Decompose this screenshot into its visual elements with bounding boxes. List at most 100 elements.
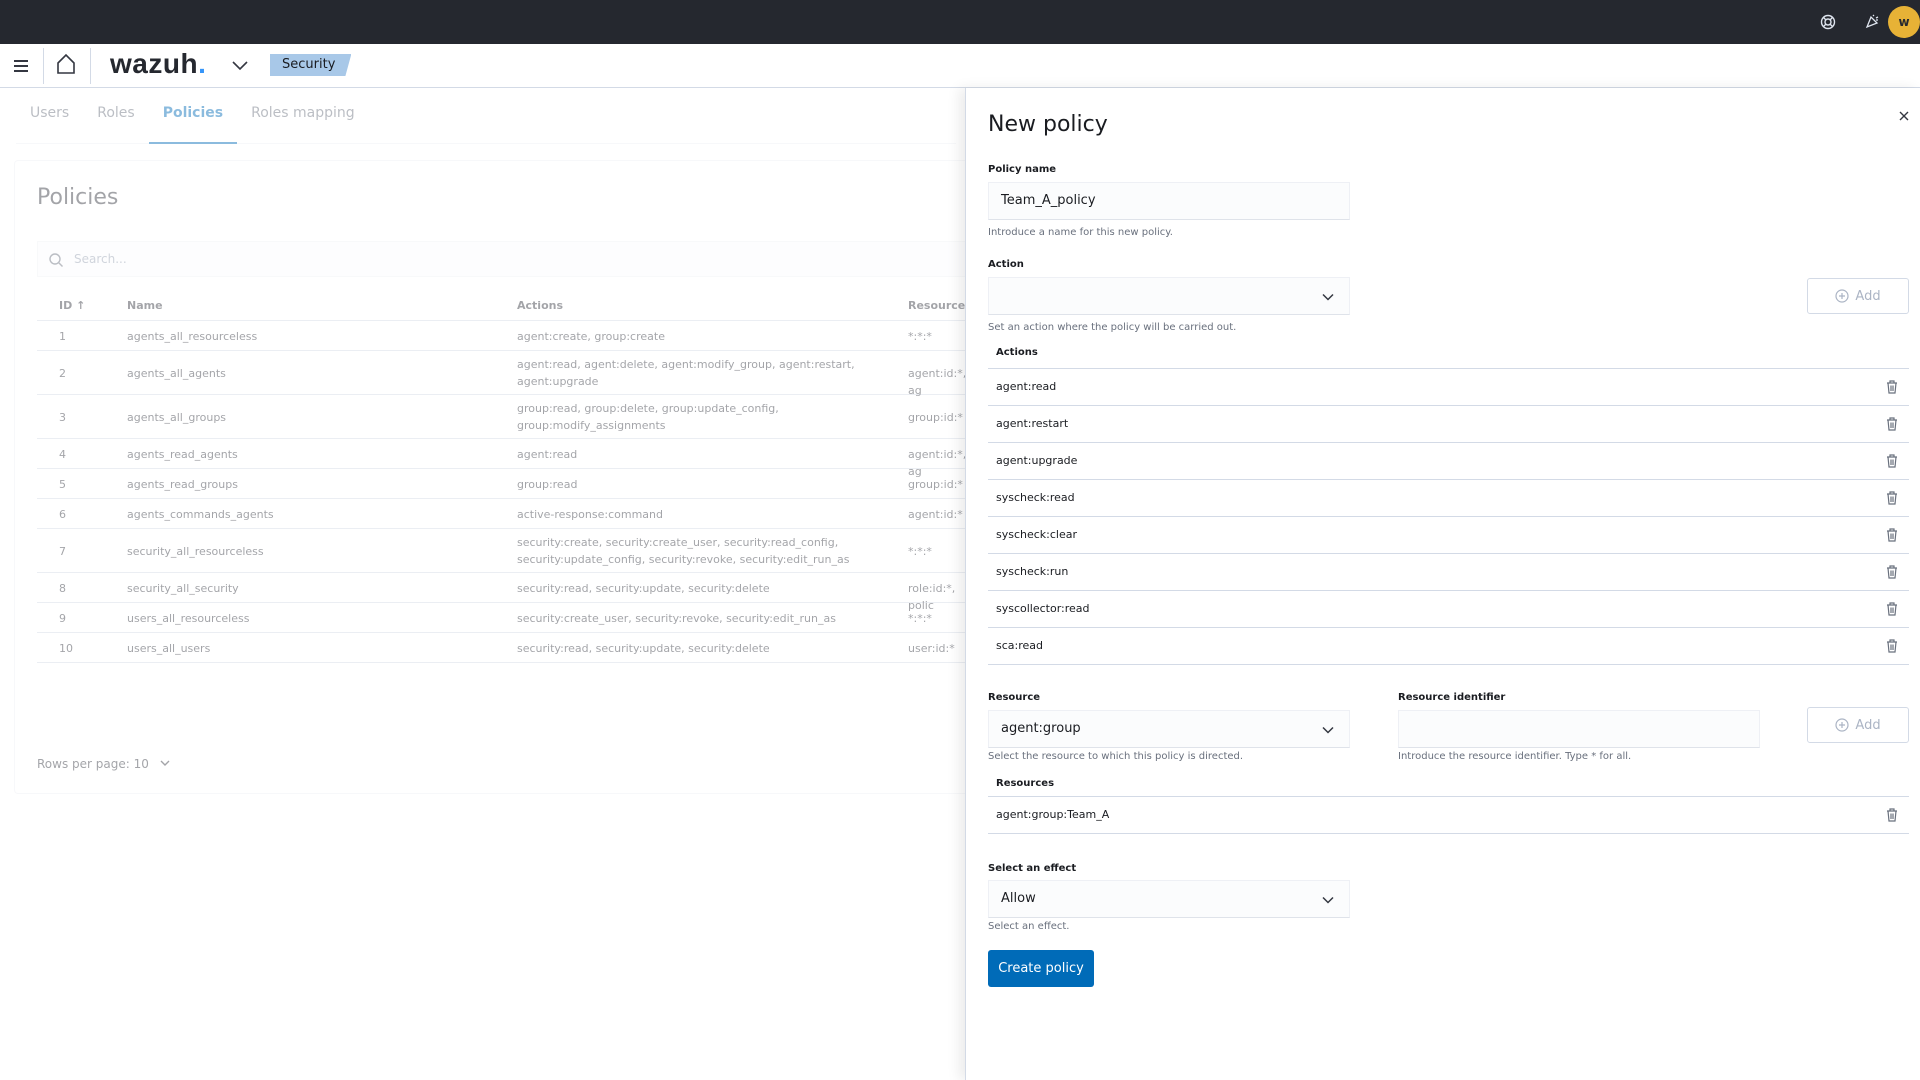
tab-roles[interactable]: Roles: [83, 88, 148, 144]
chevron-down-icon: [1322, 293, 1334, 301]
policy-name-input[interactable]: Team_A_policy: [988, 182, 1350, 220]
cell-actions-line: group:modify_assignments: [517, 419, 666, 432]
tab-policies[interactable]: Policies: [148, 88, 238, 144]
cell-id: 5: [59, 477, 66, 491]
column-header-actions[interactable]: Actions: [517, 299, 563, 312]
chevron-down-icon: [1322, 726, 1334, 734]
cell-resources: *:*:*: [908, 611, 932, 625]
table-row[interactable]: 2 agents_all_agents agent:id:*, ag agent:re…: [37, 351, 967, 397]
breadcrumb-security[interactable]: Security: [270, 54, 351, 76]
cell-name: agents_all_resourceless: [127, 329, 258, 343]
logo-dot: .: [198, 48, 207, 79]
trash-icon[interactable]: [1885, 527, 1899, 543]
list-item: agent:read: [988, 369, 1909, 406]
policies-table: ID ↑ Name Actions Resources 1 agents_all_…: [37, 291, 972, 663]
tab-roles-mapping[interactable]: Roles mapping: [237, 88, 369, 144]
close-icon[interactable]: [1896, 108, 1912, 124]
cell-actions: security:read, security:update, security…: [517, 580, 770, 597]
app-header: wazuh. Security: [0, 44, 1920, 88]
cell-id: 2: [59, 366, 66, 380]
resources-list-title: Resources: [996, 778, 1055, 789]
cell-actions: agent:read: [517, 446, 577, 463]
column-header-name[interactable]: Name: [127, 299, 163, 312]
cell-name: agents_read_agents: [127, 447, 238, 461]
action-label: Action: [988, 259, 1024, 270]
sort-arrow-icon: ↑: [76, 299, 86, 312]
cell-actions: security:create, security:create_user, s…: [517, 534, 849, 568]
cell-id: 7: [59, 544, 66, 558]
cell-actions: security:read, security:update, security…: [517, 640, 770, 657]
add-resource-button[interactable]: Add: [1807, 707, 1909, 743]
table-row[interactable]: 10 users_all_users user:id:* security:read,…: [37, 633, 967, 663]
trash-icon[interactable]: [1885, 638, 1899, 654]
cell-actions-line: agent:read: [517, 447, 578, 461]
cell-resources: group:id:*: [908, 410, 963, 424]
trash-icon[interactable]: [1885, 807, 1899, 823]
cell-resources: *:*:*: [908, 329, 932, 343]
column-header-resources[interactable]: Resources: [908, 299, 972, 312]
logo-text: wazuh: [110, 48, 199, 79]
new-policy-flyout: New policy Policy name Team_A_policy Int…: [965, 88, 1920, 1080]
avatar[interactable]: w: [1888, 6, 1920, 38]
trash-icon[interactable]: [1885, 490, 1899, 506]
resource-help: Select the resource to which this policy…: [988, 751, 1244, 762]
help-icon[interactable]: [1817, 11, 1839, 33]
rows-per-page-selector[interactable]: Rows per page: 10: [37, 757, 171, 771]
news-feed-icon[interactable]: [1861, 11, 1883, 33]
cell-actions-line: security:update_config, security:revoke,…: [517, 553, 850, 566]
cell-actions-line: group:read, group:delete, group:update_c…: [517, 402, 779, 415]
list-item: agent:upgrade: [988, 443, 1909, 480]
resource-identifier-input[interactable]: [1398, 710, 1760, 748]
list-item: agent:restart: [988, 406, 1909, 443]
tab-users[interactable]: Users: [16, 88, 83, 144]
table-row[interactable]: 3 agents_all_groups group:id:* group:read, …: [37, 395, 967, 439]
table-row[interactable]: 4 agents_read_agents agent:id:*, ag agent:r…: [37, 439, 967, 478]
table-row[interactable]: 8 security_all_security role:id:*, polic se…: [37, 573, 967, 612]
trash-icon[interactable]: [1885, 564, 1899, 580]
table-row[interactable]: 6 agents_commands_agents agent:id:* active-…: [37, 499, 967, 529]
cell-actions-line: agent:create, group:create: [517, 329, 665, 343]
menu-icon[interactable]: [10, 56, 32, 76]
cell-actions-line: security:read, security:update, security…: [517, 581, 770, 595]
cell-resources: user:id:*: [908, 641, 955, 655]
search-input[interactable]: Search...: [37, 241, 967, 277]
policy-name-help: Introduce a name for this new policy.: [988, 227, 1173, 238]
chevron-down-icon[interactable]: [230, 58, 250, 74]
cell-name: users_all_users: [127, 641, 211, 655]
cell-id: 8: [59, 581, 66, 595]
cell-name: users_all_resourceless: [127, 611, 250, 625]
cell-name: security_all_security: [127, 581, 239, 595]
cell-actions-line: active-response:command: [517, 507, 663, 521]
list-item-label: agent:group:Team_A: [996, 808, 1110, 821]
list-item-label: agent:read: [996, 380, 1057, 393]
effect-label: Select an effect: [988, 863, 1077, 874]
trash-icon[interactable]: [1885, 601, 1899, 617]
add-action-button[interactable]: Add: [1807, 278, 1909, 314]
list-item-label: syscheck:run: [996, 565, 1069, 578]
table-row[interactable]: 5 agents_read_groups group:id:* group:read: [37, 469, 967, 499]
add-resource-label: Add: [1855, 717, 1881, 733]
home-icon[interactable]: [54, 52, 78, 76]
security-tabs: Users Roles Policies Roles mapping: [16, 88, 956, 144]
rows-per-page-label: Rows per page: 10: [37, 757, 149, 771]
plus-circle-icon: [1835, 718, 1850, 732]
cell-actions-line: agent:upgrade: [517, 375, 599, 388]
trash-icon[interactable]: [1885, 416, 1899, 432]
resource-select[interactable]: agent:group: [988, 710, 1350, 748]
table-row[interactable]: 7 security_all_resourceless *:*:* security:…: [37, 529, 967, 573]
actions-list-title: Actions: [996, 347, 1038, 358]
list-item: agent:group:Team_A: [988, 797, 1909, 834]
table-row[interactable]: 9 users_all_resourceless *:*:* security:cre…: [37, 603, 967, 633]
column-header-id[interactable]: ID ↑: [59, 299, 85, 312]
effect-select[interactable]: Allow: [988, 880, 1350, 918]
trash-icon[interactable]: [1885, 379, 1899, 395]
action-select[interactable]: [988, 277, 1350, 315]
cell-name: agents_read_groups: [127, 477, 238, 491]
trash-icon[interactable]: [1885, 453, 1899, 469]
create-policy-button[interactable]: Create policy: [988, 950, 1094, 987]
list-item: syscheck:read: [988, 480, 1909, 517]
resource-identifier-label: Resource identifier: [1398, 692, 1506, 703]
wazuh-logo[interactable]: wazuh.: [110, 48, 206, 80]
cell-actions: group:read: [517, 476, 577, 493]
table-row[interactable]: 1 agents_all_resourceless *:*:* agent:creat…: [37, 321, 967, 351]
